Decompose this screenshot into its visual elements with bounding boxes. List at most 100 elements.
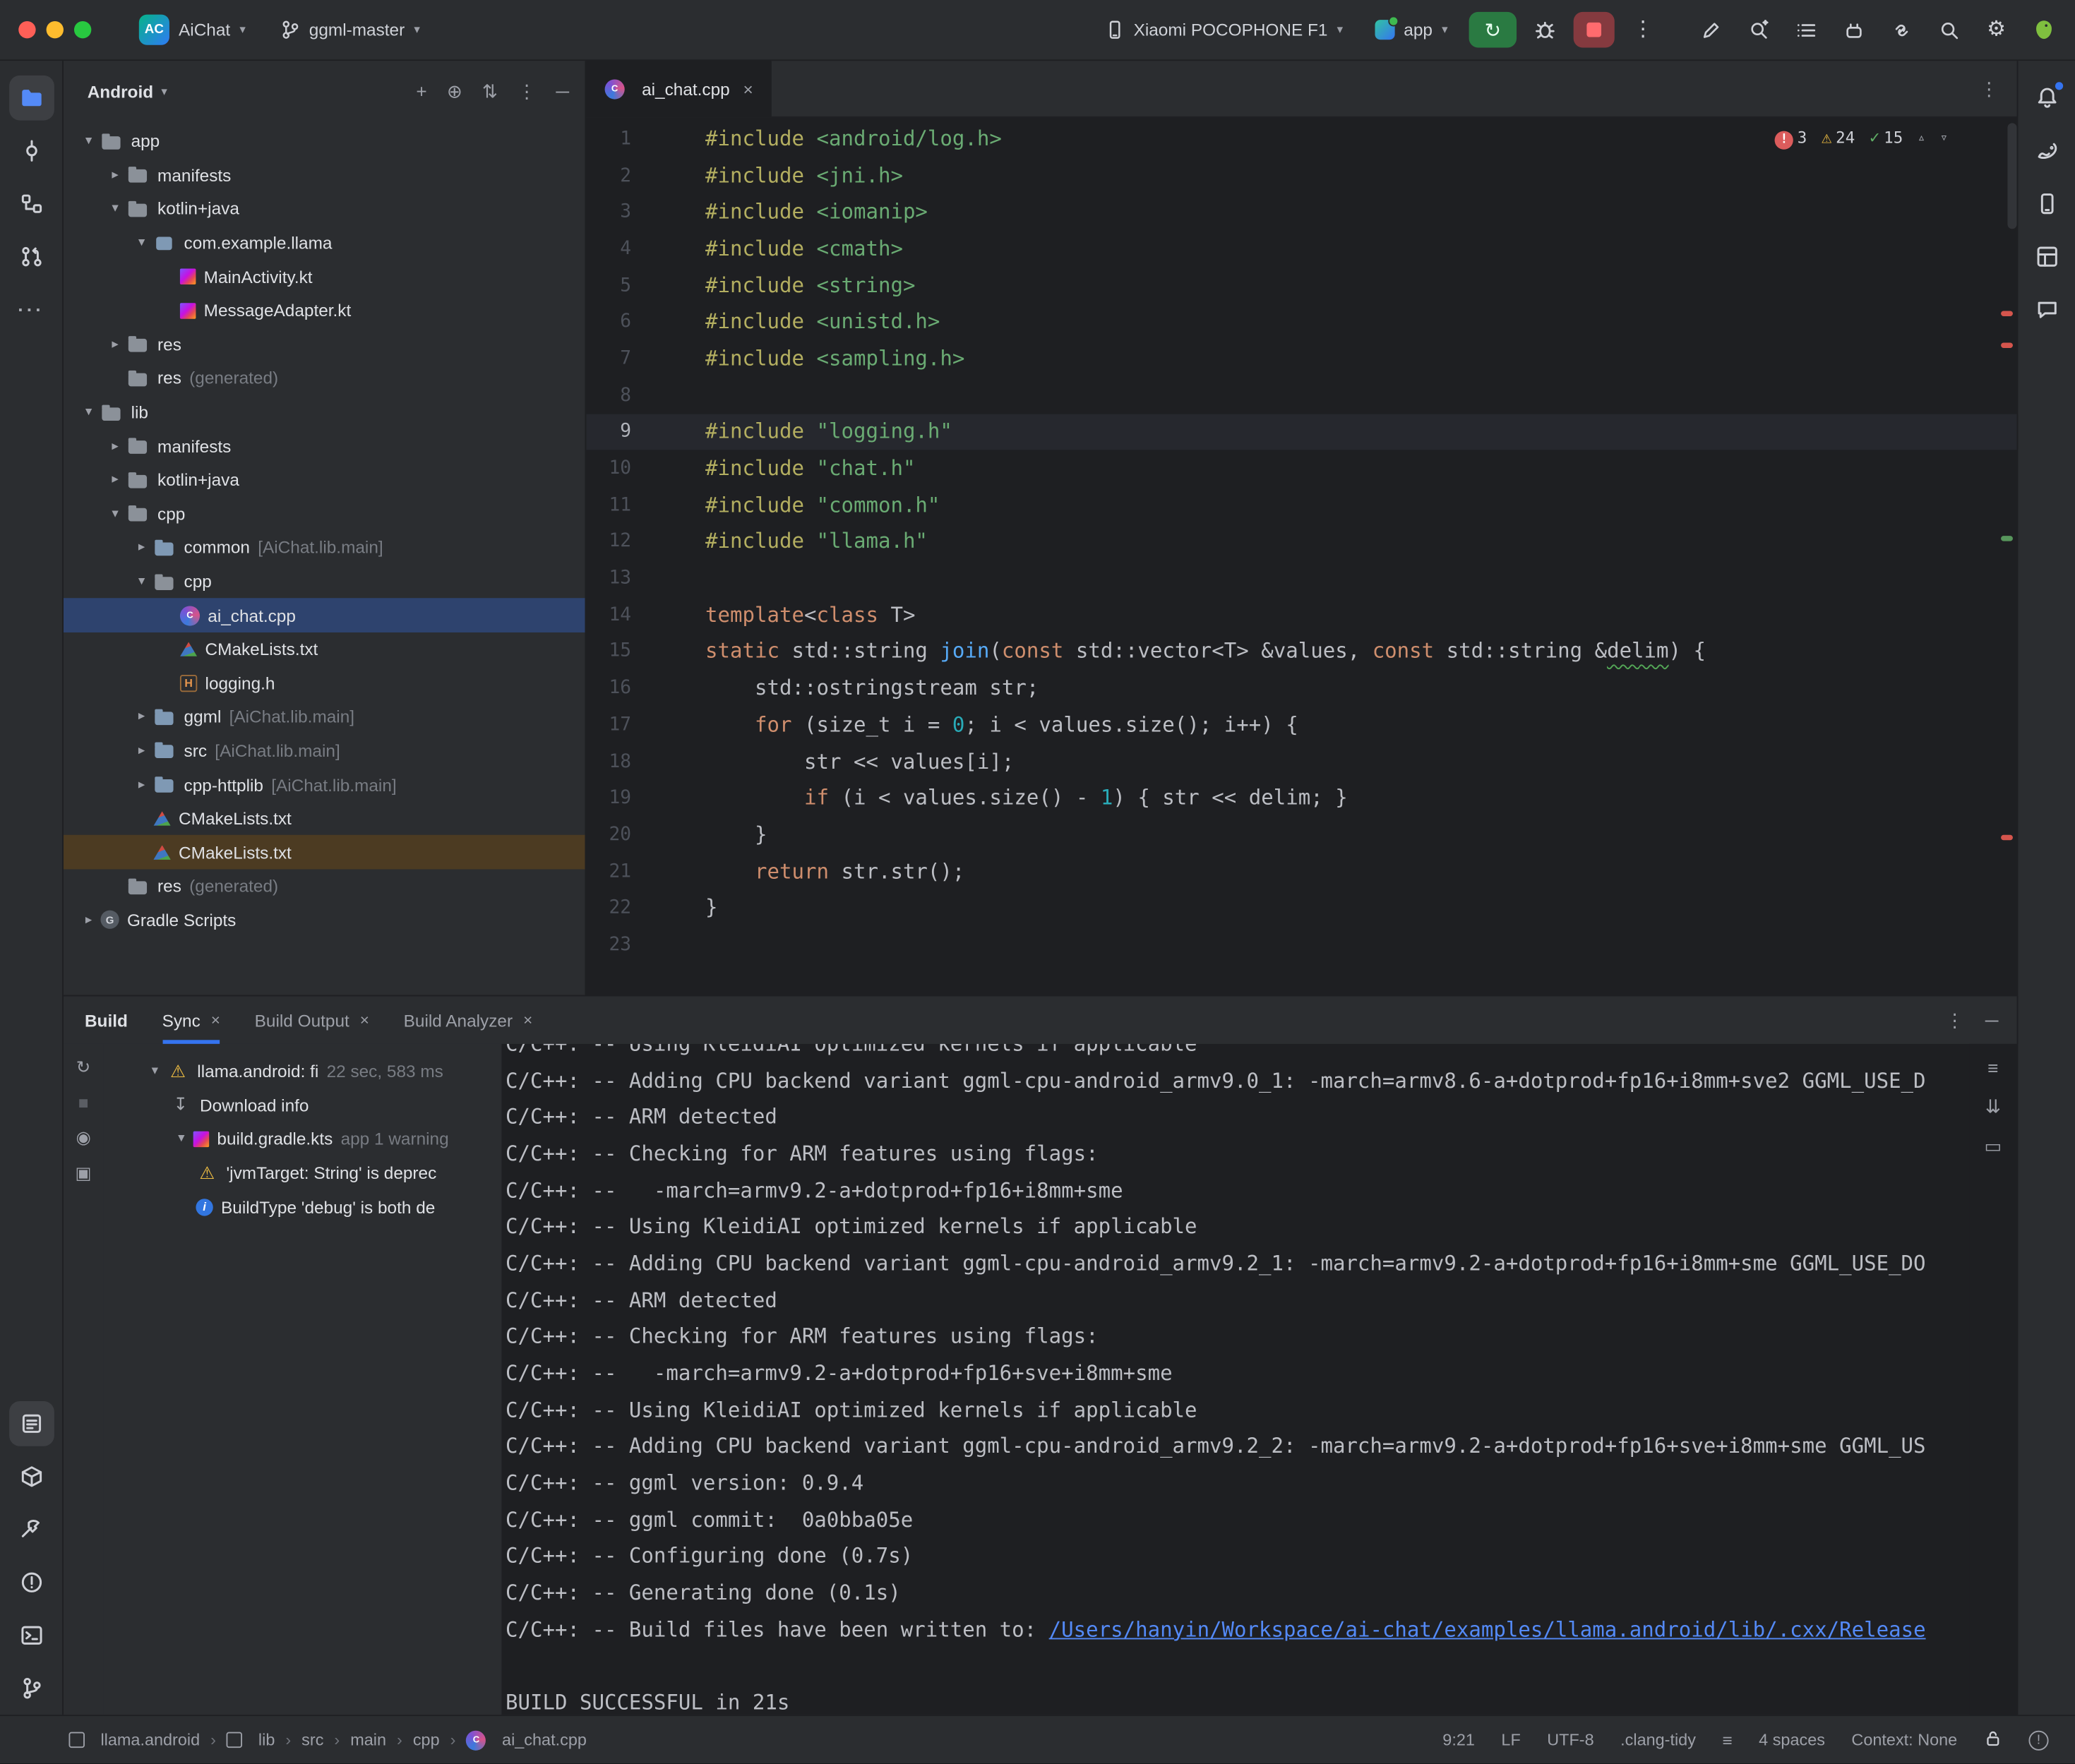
statusbar-file-encoding[interactable]: UTF-8 — [1547, 1731, 1593, 1749]
code-line[interactable]: 13 — [586, 560, 2016, 596]
more-tools-button[interactable]: ··· — [8, 287, 54, 332]
next-problem-icon[interactable]: ▿ — [1940, 131, 1948, 146]
close-tab-icon[interactable]: × — [360, 1011, 369, 1029]
project-tree-item[interactable]: ▾lib — [64, 395, 585, 429]
code-tools-button[interactable] — [1692, 12, 1728, 48]
device-explorer-button[interactable] — [2024, 181, 2069, 227]
notifications-button[interactable] — [2024, 76, 2069, 121]
breadcrumb-item[interactable]: lib — [258, 1731, 275, 1749]
project-tree-item[interactable]: ▸GGradle Scripts — [64, 904, 585, 937]
project-tree-item[interactable]: ▸ggml[AiChat.lib.main] — [64, 700, 585, 734]
version-control-tool-button[interactable] — [8, 1666, 54, 1711]
gradle-button[interactable] — [2024, 128, 2069, 174]
device-selector[interactable]: Xiaomi POCOPHONE F1 ▾ — [1094, 15, 1353, 45]
close-tab-icon[interactable]: × — [211, 1011, 220, 1029]
build-tree-item[interactable]: ▾build.gradle.ktsapp 1 warning — [103, 1122, 501, 1156]
project-tree-item[interactable]: Hlogging.h — [64, 666, 585, 700]
project-tree-item[interactable]: MainActivity.kt — [64, 260, 585, 294]
statusbar-clang-tidy-profile[interactable]: .clang-tidy — [1620, 1731, 1696, 1749]
expand-all-icon[interactable]: ⇅ — [482, 80, 498, 102]
project-tree-item[interactable]: ▸res — [64, 328, 585, 361]
editor-body[interactable]: 1#include <android/log.h>2#include <jni.… — [586, 118, 2016, 995]
project-tree-item[interactable]: ▾com.example.llama — [64, 226, 585, 260]
preview-icon[interactable]: ▣ — [76, 1163, 92, 1184]
console-link[interactable]: /Users/hanyin/Workspace/ai-chat/examples… — [1049, 1618, 1926, 1642]
statusbar-line-ending[interactable]: LF — [1501, 1731, 1520, 1749]
search-actions-button[interactable] — [1740, 12, 1776, 48]
logcat-tool-button[interactable] — [8, 1401, 54, 1446]
lock-icon[interactable] — [1984, 1729, 2002, 1751]
packages-tool-button[interactable] — [8, 1454, 54, 1499]
search-everywhere-button[interactable] — [1931, 12, 1967, 48]
build-tree-item[interactable]: iBuildType 'debug' is both de — [103, 1190, 501, 1224]
editor-scrollbar[interactable] — [2007, 123, 2016, 229]
close-tab-icon[interactable]: × — [523, 1011, 532, 1029]
statusbar-problems-icon[interactable]: ! — [2028, 1730, 2048, 1750]
build-tree-item[interactable]: ↧Download info — [103, 1088, 501, 1122]
add-icon[interactable]: + — [416, 80, 426, 102]
indent-settings-icon[interactable]: ≡ — [1722, 1730, 1732, 1750]
clear-console-icon[interactable]: ▭ — [1984, 1135, 2002, 1158]
problems-tool-button[interactable] — [8, 1560, 54, 1605]
error-stripe-mark[interactable] — [2001, 835, 2013, 840]
stop-button[interactable] — [1574, 12, 1615, 48]
soft-wrap-icon[interactable]: ≡ — [1987, 1057, 1998, 1079]
code-line[interactable]: 14template<class T> — [586, 596, 2016, 633]
pin-icon[interactable]: ◉ — [76, 1127, 90, 1148]
structure-tool-button[interactable] — [8, 181, 54, 227]
project-tree-item[interactable]: ▸kotlin+java — [64, 463, 585, 497]
code-line[interactable]: 21 return str.str(); — [586, 853, 2016, 890]
code-line[interactable]: 8 — [586, 377, 2016, 414]
project-tree-item[interactable]: ▾cpp — [64, 497, 585, 531]
project-tree-item[interactable]: ▾app — [64, 124, 585, 158]
build-tab-build-analyzer[interactable]: Build Analyzer× — [404, 996, 533, 1043]
hide-build-panel-icon[interactable]: ─ — [1985, 1009, 1999, 1031]
code-line[interactable]: 10#include "chat.h" — [586, 450, 2016, 487]
code-line[interactable]: 22} — [586, 889, 2016, 926]
project-selector[interactable]: AC AiChat ▾ — [128, 9, 256, 50]
build-options-kebab-icon[interactable]: ⋮ — [1946, 1009, 1964, 1031]
tab-options-kebab-icon[interactable]: ⋮ — [1980, 78, 1998, 100]
run-button[interactable]: ↻ — [1469, 12, 1517, 48]
commit-tool-button[interactable] — [8, 128, 54, 174]
code-line[interactable]: 18 str << values[i]; — [586, 743, 2016, 780]
build-console[interactable]: C/C++: -- Using KleidiAI optimized kerne… — [503, 1044, 1969, 1715]
code-line[interactable]: 16 std::ostringstream str; — [586, 670, 2016, 707]
project-tree-item[interactable]: ▾cpp — [64, 565, 585, 599]
code-line[interactable]: 12#include "llama.h" — [586, 523, 2016, 560]
breadcrumb-item[interactable]: cpp — [413, 1731, 440, 1749]
change-stripe-mark[interactable] — [2001, 536, 2013, 541]
code-line[interactable]: 15static std::string join(const std::vec… — [586, 633, 2016, 670]
statusbar-indent-style[interactable]: 4 spaces — [1759, 1731, 1825, 1749]
breadcrumb-item[interactable]: ai_chat.cpp — [502, 1731, 587, 1749]
breadcrumb-item[interactable]: main — [350, 1731, 386, 1749]
code-line[interactable]: 23 — [586, 926, 2016, 963]
ai-assistant-button[interactable] — [2026, 12, 2062, 48]
code-line[interactable]: 17 for (size_t i = 0; i < values.size();… — [586, 707, 2016, 743]
project-tree-item[interactable]: CMakeLists.txt — [64, 802, 585, 836]
zoom-window-button[interactable] — [74, 21, 91, 38]
project-tool-button[interactable] — [8, 76, 54, 121]
project-tree-item[interactable]: ▸manifests — [64, 158, 585, 192]
run-configuration-selector[interactable]: app ▾ — [1364, 15, 1459, 45]
debug-button[interactable] — [1527, 12, 1563, 48]
re-sync-icon[interactable]: ↻ — [76, 1057, 90, 1079]
close-window-button[interactable] — [18, 21, 35, 38]
project-tree-item[interactable]: MessageAdapter.kt — [64, 294, 585, 328]
close-tab-icon[interactable]: × — [743, 79, 753, 99]
project-view-selector[interactable]: Android — [88, 81, 153, 101]
breadcrumb-item[interactable]: src — [301, 1731, 323, 1749]
project-tree-item[interactable]: res(generated) — [64, 870, 585, 904]
project-tree-item[interactable]: CMakeLists.txt — [64, 836, 585, 870]
settings-button[interactable]: ⚙ — [1978, 12, 2014, 48]
project-tree-item[interactable]: ▸manifests — [64, 429, 585, 463]
project-tree-item[interactable]: CMakeLists.txt — [64, 632, 585, 666]
pull-requests-tool-button[interactable] — [8, 234, 54, 280]
project-tree-item[interactable]: Cai_chat.cpp — [64, 599, 585, 632]
terminal-tool-button[interactable] — [8, 1613, 54, 1658]
code-line[interactable]: 3#include <iomanip> — [586, 193, 2016, 230]
project-tree-item[interactable]: ▸cpp-httplib[AiChat.lib.main] — [64, 768, 585, 802]
build-tree-item[interactable]: ▾⚠llama.android: fi22 sec, 583 ms — [103, 1055, 501, 1088]
breadcrumb-item[interactable]: llama.android — [100, 1731, 200, 1749]
layout-inspector-button[interactable] — [2024, 234, 2069, 280]
